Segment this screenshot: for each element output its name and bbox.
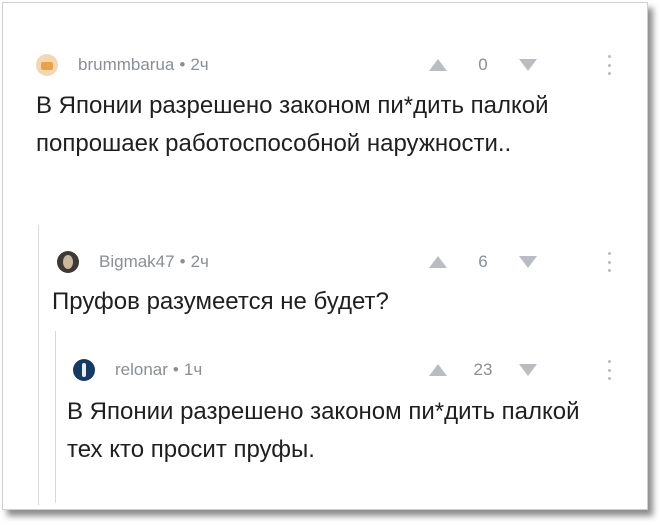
comment-time[interactable]: 2ч: [191, 252, 209, 272]
more-options-icon[interactable]: [606, 252, 612, 272]
comment-score: 23: [473, 360, 493, 379]
comment-2-votes: 6: [429, 250, 537, 274]
avatar[interactable]: [57, 251, 79, 273]
comment-author[interactable]: brummbarua: [78, 55, 174, 75]
comment-1-meta: brummbarua • 2ч: [36, 53, 209, 77]
comment-2-meta: Bigmak47 • 2ч: [57, 250, 209, 274]
comment-time[interactable]: 1ч: [184, 360, 202, 380]
downvote-icon[interactable]: [519, 59, 537, 71]
downvote-icon[interactable]: [519, 364, 537, 376]
comment-author[interactable]: relonar: [115, 360, 168, 380]
separator-dot: •: [179, 55, 186, 74]
comment-score: 6: [478, 252, 488, 271]
comment-3-meta: relonar • 1ч: [73, 358, 202, 382]
comment-time[interactable]: 2ч: [190, 55, 208, 75]
more-options-icon[interactable]: [606, 55, 612, 75]
avatar[interactable]: [36, 54, 58, 76]
thread-line[interactable]: [38, 225, 39, 505]
upvote-icon[interactable]: [429, 59, 447, 71]
avatar[interactable]: [73, 359, 95, 381]
comment-3-votes: 23: [429, 358, 537, 382]
comment-1-votes: 0: [429, 53, 537, 77]
upvote-icon[interactable]: [429, 256, 447, 268]
comment-author[interactable]: Bigmak47: [99, 252, 175, 272]
comment-text: Пруфов разумеется не будет?: [52, 288, 389, 315]
comment-text: В Японии разрешено законом пи*дить палко…: [36, 92, 549, 157]
thread-line[interactable]: [55, 331, 56, 503]
upvote-icon[interactable]: [429, 364, 447, 376]
separator-dot: •: [179, 252, 186, 271]
separator-dot: •: [172, 360, 179, 379]
more-options-icon[interactable]: [606, 360, 612, 380]
comment-thread-panel: brummbarua • 2ч 0 В Японии разрешено зак…: [2, 2, 648, 510]
downvote-icon[interactable]: [519, 256, 537, 268]
comment-text: В Японии разрешено законом пи*дить палко…: [67, 398, 580, 463]
comment-score: 0: [478, 55, 488, 74]
